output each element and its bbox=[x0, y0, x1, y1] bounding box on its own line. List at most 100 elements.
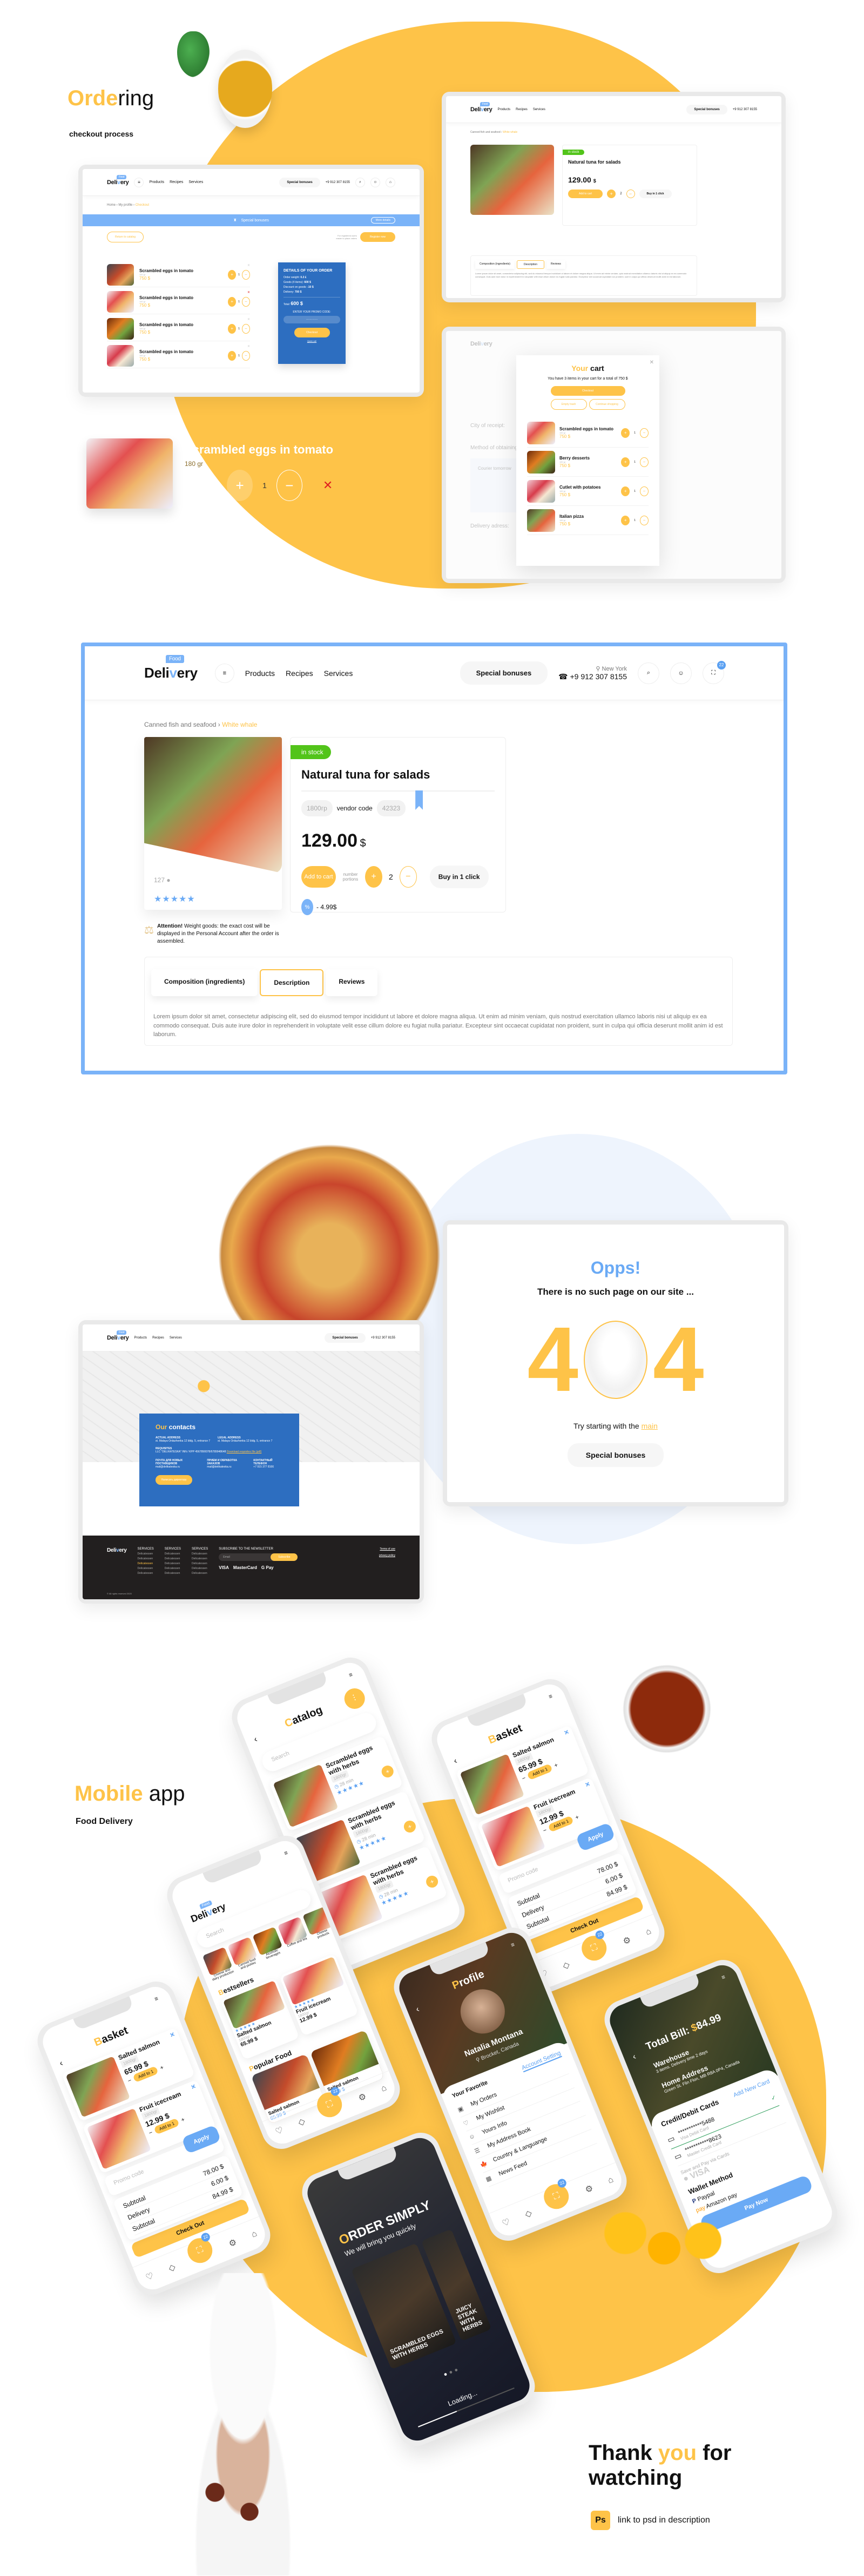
nav-recipes[interactable]: Recipes bbox=[170, 180, 183, 184]
qty-minus-button[interactable]: − bbox=[127, 2077, 132, 2085]
bookmark-icon[interactable] bbox=[415, 790, 423, 810]
tab-composition[interactable]: Composition (ingredients) bbox=[151, 969, 258, 996]
cart-button[interactable]: ⛶ 22 bbox=[184, 2231, 217, 2267]
nav-products[interactable]: Products bbox=[134, 1336, 147, 1340]
breadcrumb-profile[interactable]: My profile bbox=[118, 204, 132, 207]
nav-recipes[interactable]: Recipes bbox=[516, 108, 528, 111]
empty-trash-button[interactable]: Empty trash bbox=[550, 399, 587, 410]
footer-link[interactable]: Delicatessen bbox=[165, 1552, 181, 1556]
home-icon[interactable]: ⌂ bbox=[644, 1926, 653, 1937]
home-icon[interactable]: ⌂ bbox=[606, 2175, 615, 2186]
nav-products[interactable]: Products bbox=[497, 108, 510, 111]
remove-icon[interactable]: ✕ bbox=[247, 344, 250, 348]
footer-link[interactable]: Delicatessen bbox=[138, 1572, 154, 1575]
qty-minus-button[interactable]: − bbox=[626, 190, 635, 198]
newsletter-email-input[interactable]: Email bbox=[219, 1553, 279, 1561]
special-bonuses-button[interactable]: Special bonuses bbox=[325, 1333, 366, 1343]
footer-link[interactable]: Delicatessen bbox=[192, 1552, 208, 1556]
tag-icon[interactable]: ◇ bbox=[561, 1959, 571, 1971]
footer-link[interactable]: Delicatessen bbox=[138, 1567, 154, 1570]
qty-minus-button[interactable]: − bbox=[399, 866, 417, 888]
filter-icon[interactable]: ≡ bbox=[153, 1996, 159, 2003]
settings-icon[interactable]: ⚙ bbox=[583, 2182, 595, 2195]
qty-minus-button[interactable]: − bbox=[640, 486, 649, 496]
download-requisites-link[interactable]: Download requisites file (pdf) bbox=[227, 1450, 261, 1453]
qty-plus-button[interactable]: + bbox=[553, 1762, 558, 1769]
qty-minus-button[interactable]: − bbox=[148, 2129, 153, 2136]
psd-link[interactable]: link to psd in description bbox=[618, 2516, 710, 2525]
qty-minus-button[interactable]: − bbox=[521, 1775, 526, 1782]
subscribe-button[interactable]: Subscribe bbox=[271, 1553, 298, 1561]
qty-plus-button[interactable]: + bbox=[621, 486, 630, 496]
menu-icon[interactable]: ≡ bbox=[214, 663, 234, 683]
remove-icon[interactable]: ✕ bbox=[247, 290, 250, 294]
qty-plus-button[interactable]: + bbox=[227, 470, 253, 501]
back-icon[interactable]: ‹ bbox=[453, 1756, 459, 1767]
qty-plus-button[interactable]: + bbox=[621, 428, 630, 438]
breadcrumb-category[interactable]: Canned fish and seafood bbox=[144, 721, 216, 728]
nav-recipes[interactable]: Recipes bbox=[286, 669, 313, 678]
catalog-filter-button[interactable]: ⫶ bbox=[341, 1685, 368, 1712]
search-icon[interactable]: ⌕ bbox=[638, 662, 659, 684]
footer-link[interactable]: Delicatessen bbox=[192, 1557, 208, 1560]
logo[interactable]: Delivery Food bbox=[107, 1330, 129, 1341]
footer-link[interactable]: Delicatessen bbox=[165, 1572, 181, 1575]
settings-icon[interactable]: ⚙ bbox=[356, 2091, 368, 2104]
qty-plus-button[interactable]: + bbox=[621, 515, 630, 525]
home-icon[interactable]: ⌂ bbox=[380, 2083, 388, 2094]
modal-checkout-button[interactable]: Checkout bbox=[550, 386, 625, 396]
heart-icon[interactable]: ♡ bbox=[501, 2216, 512, 2229]
supplier-email[interactable]: mail@delikateska.ru bbox=[156, 1465, 199, 1469]
footer-link[interactable]: Delicatessen bbox=[165, 1567, 181, 1570]
settings-icon[interactable]: ⚙ bbox=[621, 1934, 632, 1947]
tag-icon[interactable]: ◇ bbox=[523, 2207, 534, 2220]
cart-button[interactable]: ⛶ 22 bbox=[578, 1929, 611, 1964]
continue-shopping-button[interactable]: Continue shopping bbox=[589, 399, 625, 410]
nav-products[interactable]: Products bbox=[149, 180, 164, 184]
filter-icon[interactable]: ≡ bbox=[283, 1850, 288, 1857]
special-bonuses-button[interactable]: Special bonuses bbox=[279, 177, 320, 187]
qty-plus-button[interactable]: + bbox=[228, 269, 237, 280]
heart-icon[interactable]: ♡ bbox=[144, 2270, 156, 2283]
nav-services[interactable]: Services bbox=[324, 669, 353, 678]
qty-minus-button[interactable]: − bbox=[640, 515, 649, 525]
footer-link[interactable]: Delicatessen bbox=[138, 1552, 154, 1556]
footer-logo[interactable]: Delivery bbox=[107, 1547, 127, 1575]
breadcrumb-home[interactable]: Home bbox=[107, 204, 116, 207]
bag-icon[interactable]: ⛶ 22 bbox=[703, 660, 726, 684]
tag-icon[interactable]: ◇ bbox=[296, 2115, 307, 2128]
buy-one-click-button[interactable]: Buy in 1 click bbox=[429, 866, 489, 888]
qty-plus-button[interactable]: + bbox=[228, 350, 237, 361]
qty-minus-button[interactable]: − bbox=[276, 470, 302, 501]
more-details-button[interactable]: More details bbox=[370, 217, 395, 224]
filter-icon[interactable]: ≡ bbox=[548, 1693, 553, 1701]
qty-plus-button[interactable]: + bbox=[228, 323, 237, 334]
promo-input[interactable]: Promo code bbox=[507, 1866, 539, 1884]
qty-minus-button[interactable]: − bbox=[542, 1827, 548, 1834]
special-bonuses-button[interactable]: Special bonuses bbox=[567, 1443, 664, 1467]
bag-icon[interactable]: ⌂ bbox=[386, 177, 395, 187]
footer-link[interactable]: Delicatessen bbox=[165, 1562, 181, 1565]
user-icon[interactable]: ☺ bbox=[670, 662, 692, 684]
tab-description[interactable]: Description bbox=[260, 969, 324, 996]
logo[interactable]: Delivery Food bbox=[470, 102, 492, 113]
comment-count[interactable]: 127 ● bbox=[154, 876, 171, 884]
nav-products[interactable]: Products bbox=[245, 669, 275, 678]
back-icon[interactable]: ‹ bbox=[253, 1735, 259, 1745]
qty-minus-button[interactable]: − bbox=[242, 323, 250, 334]
tab-reviews[interactable]: Reviews bbox=[546, 260, 565, 269]
return-to-catalog-button[interactable]: Return to catalog bbox=[107, 232, 144, 242]
close-icon[interactable]: ✕ bbox=[650, 360, 654, 366]
qty-minus-button[interactable]: − bbox=[242, 350, 250, 361]
qty-minus-button[interactable]: − bbox=[640, 457, 649, 467]
write-director-button[interactable]: Написать директору bbox=[156, 1475, 192, 1485]
footer-link[interactable]: Delicatessen bbox=[138, 1562, 154, 1565]
buy-one-click-button[interactable]: Buy in 1 click bbox=[639, 190, 672, 198]
promo-input[interactable]: ············· bbox=[284, 316, 340, 323]
search-icon[interactable]: ⌕ bbox=[355, 177, 365, 187]
add-to-cart-button[interactable]: Add to cart bbox=[568, 190, 603, 198]
special-bonuses-button[interactable]: Special bonuses bbox=[686, 104, 727, 114]
nav-services[interactable]: Services bbox=[170, 1336, 182, 1340]
qty-plus-button[interactable]: + bbox=[607, 190, 616, 198]
remove-icon[interactable]: ✕ bbox=[247, 317, 250, 321]
